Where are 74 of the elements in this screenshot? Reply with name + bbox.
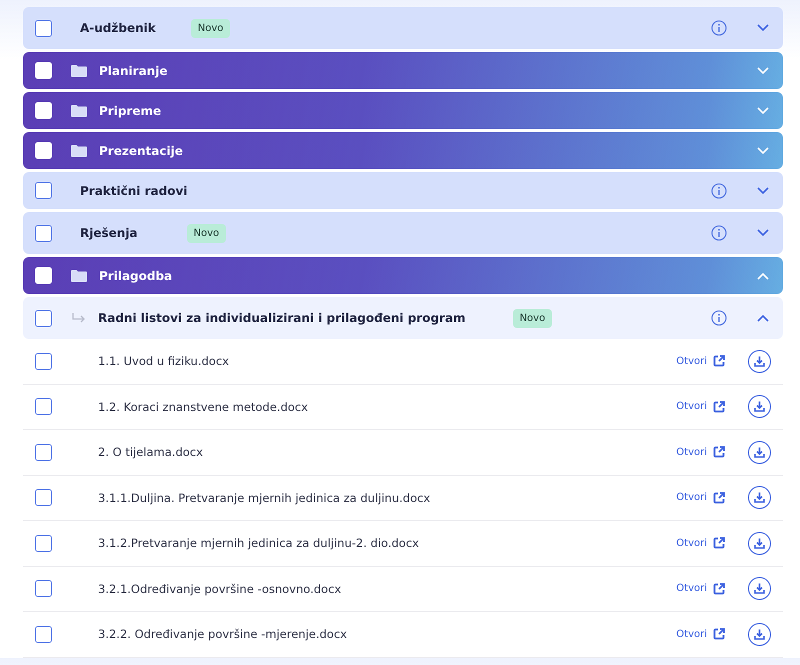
info-icon[interactable] xyxy=(711,310,727,326)
checkbox[interactable] xyxy=(35,489,52,506)
download-button[interactable] xyxy=(748,486,771,510)
file-name: 3.2.1.Određivanje površine -osnovno.docx xyxy=(98,582,342,596)
external-link-icon xyxy=(713,355,725,368)
open-link[interactable]: Otvori xyxy=(676,400,725,413)
download-icon xyxy=(754,628,765,640)
chevron-down-icon[interactable] xyxy=(757,24,769,32)
section-title: A-udžbenik xyxy=(80,21,156,35)
download-icon xyxy=(754,356,765,367)
external-link-icon xyxy=(713,628,725,640)
new-badge: Novo xyxy=(512,308,552,328)
section-title: Radni listovi za individualizirani i prilagođeni program xyxy=(98,311,466,325)
checkbox[interactable] xyxy=(35,310,52,326)
file-name: 3.1.1.Duljina. Pretvaranje mjernih jedinica za duljinu.docx xyxy=(98,490,430,505)
download-icon xyxy=(754,492,765,504)
new-badge: Novo xyxy=(190,18,230,38)
checkbox[interactable] xyxy=(35,580,52,598)
section-row[interactable]: Praktični radovi xyxy=(23,172,783,209)
download-button[interactable] xyxy=(748,395,771,418)
section-title: Planiranje xyxy=(99,64,168,78)
checkbox[interactable] xyxy=(35,398,52,416)
open-link[interactable]: Otvori xyxy=(676,582,725,595)
checkbox[interactable] xyxy=(35,534,52,552)
download-icon xyxy=(754,583,765,594)
chevron-up-icon[interactable] xyxy=(757,314,769,322)
indent-arrow-icon xyxy=(72,312,86,324)
section-row[interactable]: A-udžbenik Novo xyxy=(23,7,783,49)
download-button[interactable] xyxy=(748,350,771,373)
section-title: Prezentacije xyxy=(99,144,183,158)
external-link-icon xyxy=(713,582,725,595)
file-name: 3.1.2.Pretvaranje mjernih jedinica za duljinu-2. dio.docx xyxy=(98,536,419,550)
folder-icon xyxy=(71,270,87,282)
chevron-down-icon[interactable] xyxy=(757,229,769,237)
download-icon xyxy=(754,538,765,549)
external-link-icon xyxy=(713,537,725,550)
checkbox[interactable] xyxy=(35,224,52,242)
file-name: 2. O tijelama.docx xyxy=(98,445,203,460)
new-badge: Novo xyxy=(186,224,226,242)
checkbox[interactable] xyxy=(35,182,52,199)
section-title: Rješenja xyxy=(80,226,138,240)
folder-icon xyxy=(71,144,87,156)
file-name: 3.2.2. Određivanje površine -mjerenje.docx xyxy=(98,627,347,642)
section-row[interactable]: Rješenja Novo xyxy=(23,212,783,254)
open-link[interactable]: Otvori xyxy=(676,492,725,504)
section-title: Prilagodba xyxy=(99,268,172,282)
external-link-icon xyxy=(713,446,725,458)
folder-icon xyxy=(71,64,87,76)
section-row[interactable]: Radni listovi za individualizirani i prilagođeni program Novo xyxy=(23,297,783,339)
checkbox[interactable] xyxy=(35,352,52,370)
section-title: Praktični radovi xyxy=(80,184,188,198)
file-name: 1.1. Uvod u fiziku.docx xyxy=(98,354,229,368)
download-button[interactable] xyxy=(748,440,771,464)
checkbox[interactable] xyxy=(35,444,52,461)
chevron-down-icon[interactable] xyxy=(757,186,769,194)
download-icon xyxy=(754,401,765,412)
open-link[interactable]: Otvori xyxy=(676,537,725,550)
file-name: 1.2. Koraci znanstvene metode.docx xyxy=(98,400,308,414)
open-link[interactable]: Otvori xyxy=(676,355,725,368)
checkbox[interactable] xyxy=(35,626,52,643)
open-link[interactable]: Otvori xyxy=(676,446,725,458)
download-button[interactable] xyxy=(748,532,771,555)
external-link-icon xyxy=(713,400,725,413)
folder-icon xyxy=(71,104,87,116)
download-icon xyxy=(754,446,765,458)
download-button[interactable] xyxy=(748,577,771,600)
info-icon[interactable] xyxy=(711,225,727,241)
external-link-icon xyxy=(713,492,725,504)
download-button[interactable] xyxy=(748,622,771,646)
checkbox[interactable] xyxy=(35,20,52,36)
info-icon[interactable] xyxy=(711,20,727,36)
info-icon[interactable] xyxy=(711,182,727,198)
open-link[interactable]: Otvori xyxy=(676,628,725,640)
section-title: Pripreme xyxy=(99,104,162,118)
